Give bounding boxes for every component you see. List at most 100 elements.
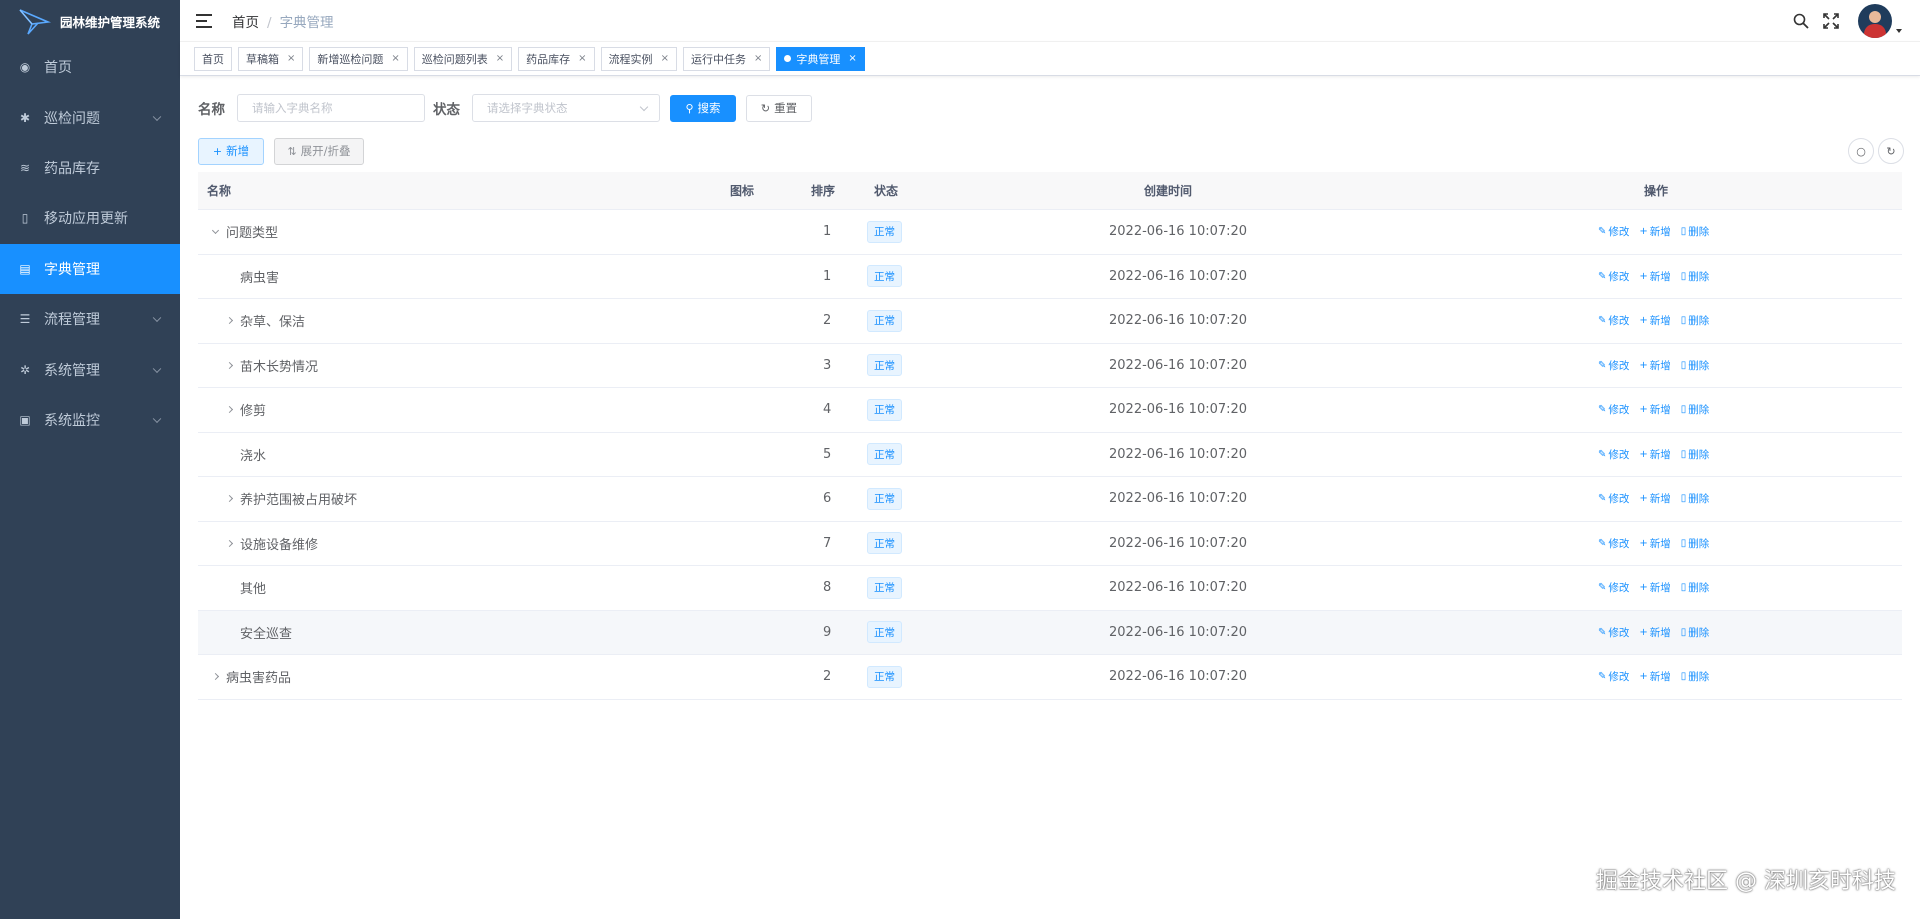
sidebar-item[interactable]: ▤ 字典管理: [0, 243, 180, 294]
tab-tag[interactable]: 首页: [194, 46, 232, 71]
delete-button[interactable]: ▯ 删除: [1681, 625, 1710, 640]
add-child-button[interactable]: + 新增: [1639, 313, 1670, 328]
close-icon[interactable]: ×: [391, 53, 399, 64]
search-button[interactable]: ⚲ 搜索: [670, 94, 736, 122]
search-icon[interactable]: [1792, 12, 1810, 30]
chevron-right-icon[interactable]: [224, 494, 234, 504]
row-name: 其他: [240, 582, 267, 598]
table-row[interactable]: 养护范围被占用破坏 6 正常 2022-06-16 10:07:20 ✎ 修改 + 新增 ▯ 删除: [198, 477, 1902, 522]
sidebar-item[interactable]: ≋ 药品库存: [0, 143, 180, 193]
name-input-placeholder: 请输入字典名称: [252, 101, 333, 115]
plus-icon: +: [212, 144, 223, 158]
table-row[interactable]: 杂草、保洁 2 正常 2022-06-16 10:07:20 ✎ 修改 + 新增 ▯ 删除: [198, 299, 1902, 344]
edit-button[interactable]: ✎ 修改: [1598, 625, 1629, 640]
expand-collapse-button[interactable]: ⇅ 展开/折叠: [274, 137, 364, 165]
sort-icon: ⇅: [287, 144, 297, 158]
avatar-dropdown-icon[interactable]: [1896, 29, 1902, 33]
edit-button[interactable]: ✎ 修改: [1598, 313, 1629, 328]
edit-button[interactable]: ✎ 修改: [1598, 358, 1629, 373]
status-badge: 正常: [867, 398, 902, 421]
tab-tag[interactable]: 运行中任务 ×: [682, 46, 771, 71]
name-cell: 杂草、保洁: [198, 299, 305, 343]
delete-button[interactable]: ▯ 删除: [1681, 313, 1710, 328]
chevron-down-icon[interactable]: [210, 226, 220, 237]
table-row[interactable]: 病虫害 1 正常 2022-06-16 10:07:20 ✎ 修改 + 新增 ▯ 删除: [198, 255, 1902, 299]
table-row[interactable]: 问题类型 1 正常 2022-06-16 10:07:20 ✎ 修改 + 新增 ▯ 删除: [198, 210, 1902, 255]
refresh-button[interactable]: ↻: [1878, 138, 1904, 164]
tab-tag[interactable]: 巡检问题列表 ×: [413, 46, 513, 71]
edit-button[interactable]: ✎ 修改: [1598, 491, 1629, 506]
chevron-right-icon[interactable]: [224, 316, 234, 326]
add-child-button[interactable]: + 新增: [1639, 536, 1670, 551]
add-child-button[interactable]: + 新增: [1639, 447, 1670, 462]
name-input[interactable]: 请输入字典名称: [237, 94, 425, 122]
tab-tag[interactable]: 新增巡检问题 ×: [309, 46, 408, 71]
sidebar-item[interactable]: ▯ 移动应用更新: [0, 193, 180, 243]
plus-icon: +: [1639, 582, 1648, 594]
chevron-right-icon[interactable]: [224, 538, 234, 548]
logo[interactable]: 园林维护管理系统: [0, 0, 180, 42]
table-row[interactable]: 其他 8 正常 2022-06-16 10:07:20 ✎ 修改 + 新增 ▯ 删除: [198, 566, 1902, 611]
close-icon[interactable]: ×: [754, 53, 762, 64]
close-icon[interactable]: ×: [848, 53, 856, 64]
edit-button[interactable]: ✎ 修改: [1598, 580, 1629, 595]
row-name: 浇水: [240, 448, 267, 464]
chevron-right-icon[interactable]: [210, 672, 220, 682]
table-row[interactable]: 浇水 5 正常 2022-06-16 10:07:20 ✎ 修改 + 新增 ▯ 删除: [198, 433, 1902, 477]
edit-button[interactable]: ✎ 修改: [1598, 447, 1629, 462]
add-child-button[interactable]: + 新增: [1639, 224, 1670, 239]
delete-button[interactable]: ▯ 删除: [1681, 669, 1710, 684]
table-row[interactable]: 苗木长势情况 3 正常 2022-06-16 10:07:20 ✎ 修改 + 新增 ▯ 删除: [198, 344, 1902, 388]
close-icon[interactable]: ×: [287, 53, 295, 64]
close-icon[interactable]: ×: [578, 53, 586, 64]
add-child-button[interactable]: + 新增: [1639, 269, 1670, 284]
user-avatar[interactable]: [1858, 4, 1892, 38]
delete-button[interactable]: ▯ 删除: [1681, 224, 1710, 239]
edit-button[interactable]: ✎ 修改: [1598, 224, 1629, 239]
delete-button[interactable]: ▯ 删除: [1681, 491, 1710, 506]
edit-button[interactable]: ✎ 修改: [1598, 402, 1629, 417]
table-row[interactable]: 安全巡查 9 正常 2022-06-16 10:07:20 ✎ 修改 + 新增 ▯ 删除: [198, 610, 1902, 655]
edit-button[interactable]: ✎ 修改: [1598, 669, 1629, 684]
row-sort: 6: [823, 491, 832, 507]
tab-tag[interactable]: 草稿箱 ×: [238, 46, 304, 71]
delete-button[interactable]: ▯ 删除: [1681, 402, 1710, 417]
tab-tag[interactable]: 药品库存 ×: [518, 46, 595, 71]
chevron-right-icon[interactable]: [224, 360, 234, 370]
table-row[interactable]: 病虫害药品 2 正常 2022-06-16 10:07:20 ✎ 修改 + 新增 ▯ 删除: [198, 655, 1902, 700]
delete-button[interactable]: ▯ 删除: [1681, 580, 1710, 595]
add-child-button[interactable]: + 新增: [1639, 625, 1670, 640]
row-actions: ✎ 修改 + 新增 ▯ 删除: [1598, 655, 1719, 699]
sidebar-item[interactable]: ✲ 系统管理: [0, 344, 180, 394]
fullscreen-icon[interactable]: [1822, 12, 1840, 30]
close-icon[interactable]: ×: [661, 53, 669, 64]
tab-tag[interactable]: 流程实例 ×: [600, 46, 677, 71]
tab-tag[interactable]: 字典管理 ×: [776, 46, 865, 71]
reset-button[interactable]: ↻ 重置: [746, 94, 812, 122]
delete-button[interactable]: ▯ 删除: [1681, 536, 1710, 551]
table-row[interactable]: 修剪 4 正常 2022-06-16 10:07:20 ✎ 修改 + 新增 ▯ 删除: [198, 388, 1902, 433]
sidebar-item[interactable]: ▣ 系统监控: [0, 395, 180, 445]
add-child-button[interactable]: + 新增: [1639, 491, 1670, 506]
delete-button[interactable]: ▯ 删除: [1681, 447, 1710, 462]
delete-button[interactable]: ▯ 删除: [1681, 269, 1710, 284]
status-select[interactable]: 请选择字典状态: [472, 94, 660, 122]
sidebar-item[interactable]: ✱ 巡检问题: [0, 92, 180, 142]
add-child-button[interactable]: + 新增: [1639, 402, 1670, 417]
gear-icon: ✲: [19, 362, 31, 377]
add-child-button[interactable]: + 新增: [1639, 669, 1670, 684]
sidebar-item[interactable]: ◉ 首页: [0, 42, 180, 92]
toggle-search-button[interactable]: ○: [1848, 138, 1874, 164]
breadcrumb-home[interactable]: 首页: [232, 15, 259, 31]
delete-button[interactable]: ▯ 删除: [1681, 358, 1710, 373]
add-child-button[interactable]: + 新增: [1639, 358, 1670, 373]
edit-button[interactable]: ✎ 修改: [1598, 269, 1629, 284]
sidebar-item[interactable]: ☰ 流程管理: [0, 294, 180, 344]
edit-button[interactable]: ✎ 修改: [1598, 536, 1629, 551]
add-button[interactable]: + 新增: [198, 137, 264, 165]
chevron-right-icon[interactable]: [224, 405, 234, 415]
add-child-button[interactable]: + 新增: [1639, 580, 1670, 595]
hamburger-icon[interactable]: [196, 13, 212, 28]
table-row[interactable]: 设施设备维修 7 正常 2022-06-16 10:07:20 ✎ 修改 + 新增 ▯ 删除: [198, 522, 1902, 566]
close-icon[interactable]: ×: [496, 53, 504, 64]
